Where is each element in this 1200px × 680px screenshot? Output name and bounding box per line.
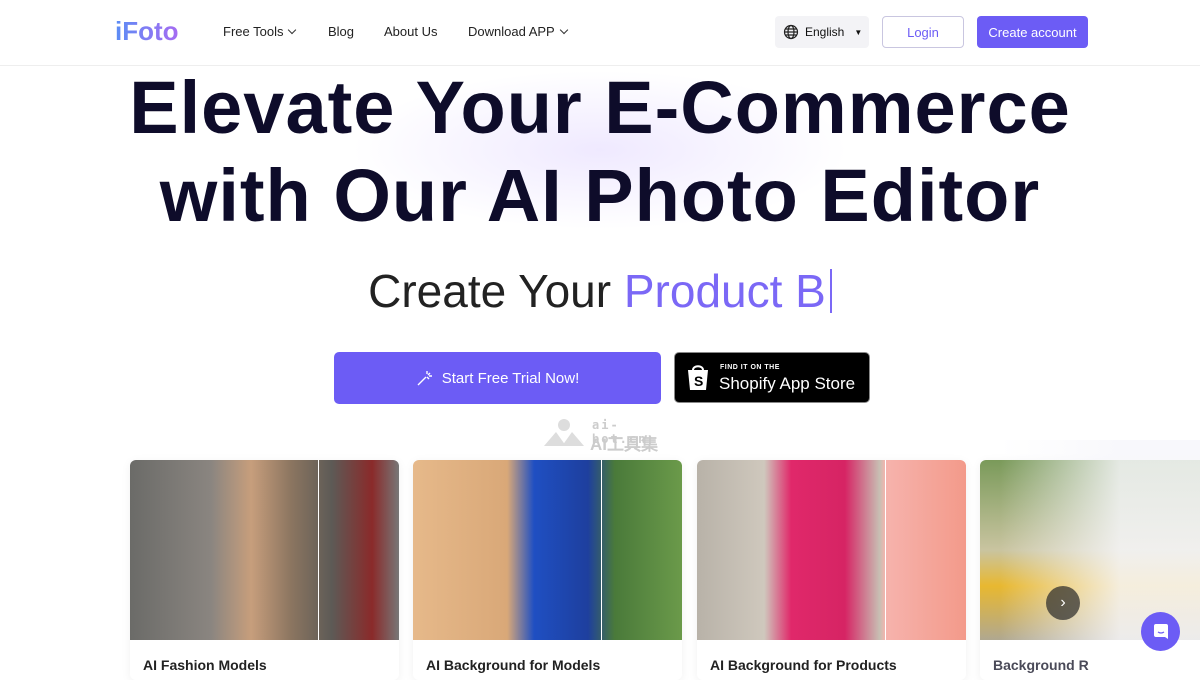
nav-label: Free Tools — [223, 24, 284, 39]
watermark-logo-icon — [544, 419, 584, 446]
card-image — [413, 460, 682, 640]
feature-card[interactable]: AI Background for Models — [413, 460, 682, 680]
title-line-2: with Our AI Photo Editor — [159, 154, 1041, 237]
chat-icon — [1153, 623, 1168, 639]
top-nav: iFoto Free Tools Blog About Us Download … — [0, 0, 1200, 66]
feature-card[interactable]: AI Background for Products — [697, 460, 966, 680]
shopify-big-text: Shopify App Store — [719, 374, 856, 393]
language-select[interactable]: English ▼ — [775, 16, 869, 48]
watermark: ai-bot.cn AI工具集 — [542, 418, 658, 454]
subtitle-typing: Product B — [623, 265, 826, 317]
feature-card[interactable]: AI Fashion Models — [130, 460, 399, 680]
watermark-text-cn: AI工具集 — [590, 435, 658, 454]
hero-subtitle: Create Your Product B — [0, 264, 1200, 318]
shopify-app-store-button[interactable]: S FIND IT ON THE Shopify App Store — [674, 352, 870, 403]
card-title: AI Fashion Models — [143, 657, 267, 673]
shopify-bag-icon: S — [688, 365, 708, 390]
title-line-1: Elevate Your E-Commerce — [129, 66, 1071, 149]
card-image — [130, 460, 399, 640]
chevron-right-icon: › — [1060, 594, 1066, 611]
caret-down-icon: ▼ — [854, 27, 863, 37]
svg-text:S: S — [694, 373, 703, 389]
nav-about-us[interactable]: About Us — [384, 24, 437, 39]
nav-label: Download APP — [468, 24, 555, 39]
login-button[interactable]: Login — [882, 16, 964, 48]
nav-free-tools[interactable]: Free Tools — [223, 24, 297, 39]
shopify-small-text: FIND IT ON THE — [720, 364, 780, 371]
trial-label: Start Free Trial Now! — [441, 369, 580, 387]
card-title: Background R — [993, 657, 1089, 673]
nav-download-app[interactable]: Download APP — [468, 24, 568, 39]
carousel-next-button[interactable]: › — [1046, 586, 1080, 620]
carousel-fade — [1000, 440, 1200, 640]
card-image — [697, 460, 966, 640]
logo[interactable]: iFoto — [115, 16, 179, 47]
chat-widget-button[interactable] — [1141, 612, 1180, 651]
card-title: AI Background for Products — [710, 657, 897, 673]
create-account-button[interactable]: Create account — [977, 16, 1088, 48]
typing-caret — [829, 269, 832, 313]
hero-title: Elevate Your E-Commerce with Our AI Photo… — [0, 64, 1200, 240]
chevron-down-icon — [559, 25, 568, 35]
subtitle-prefix: Create Your — [368, 265, 624, 317]
chevron-down-icon — [288, 25, 297, 35]
nav-blog[interactable]: Blog — [328, 24, 354, 39]
card-title: AI Background for Models — [426, 657, 601, 673]
globe-icon — [783, 24, 799, 40]
start-free-trial-button[interactable]: Start Free Trial Now! — [334, 352, 661, 404]
magic-wand-icon — [417, 371, 432, 386]
language-label: English — [805, 25, 845, 39]
